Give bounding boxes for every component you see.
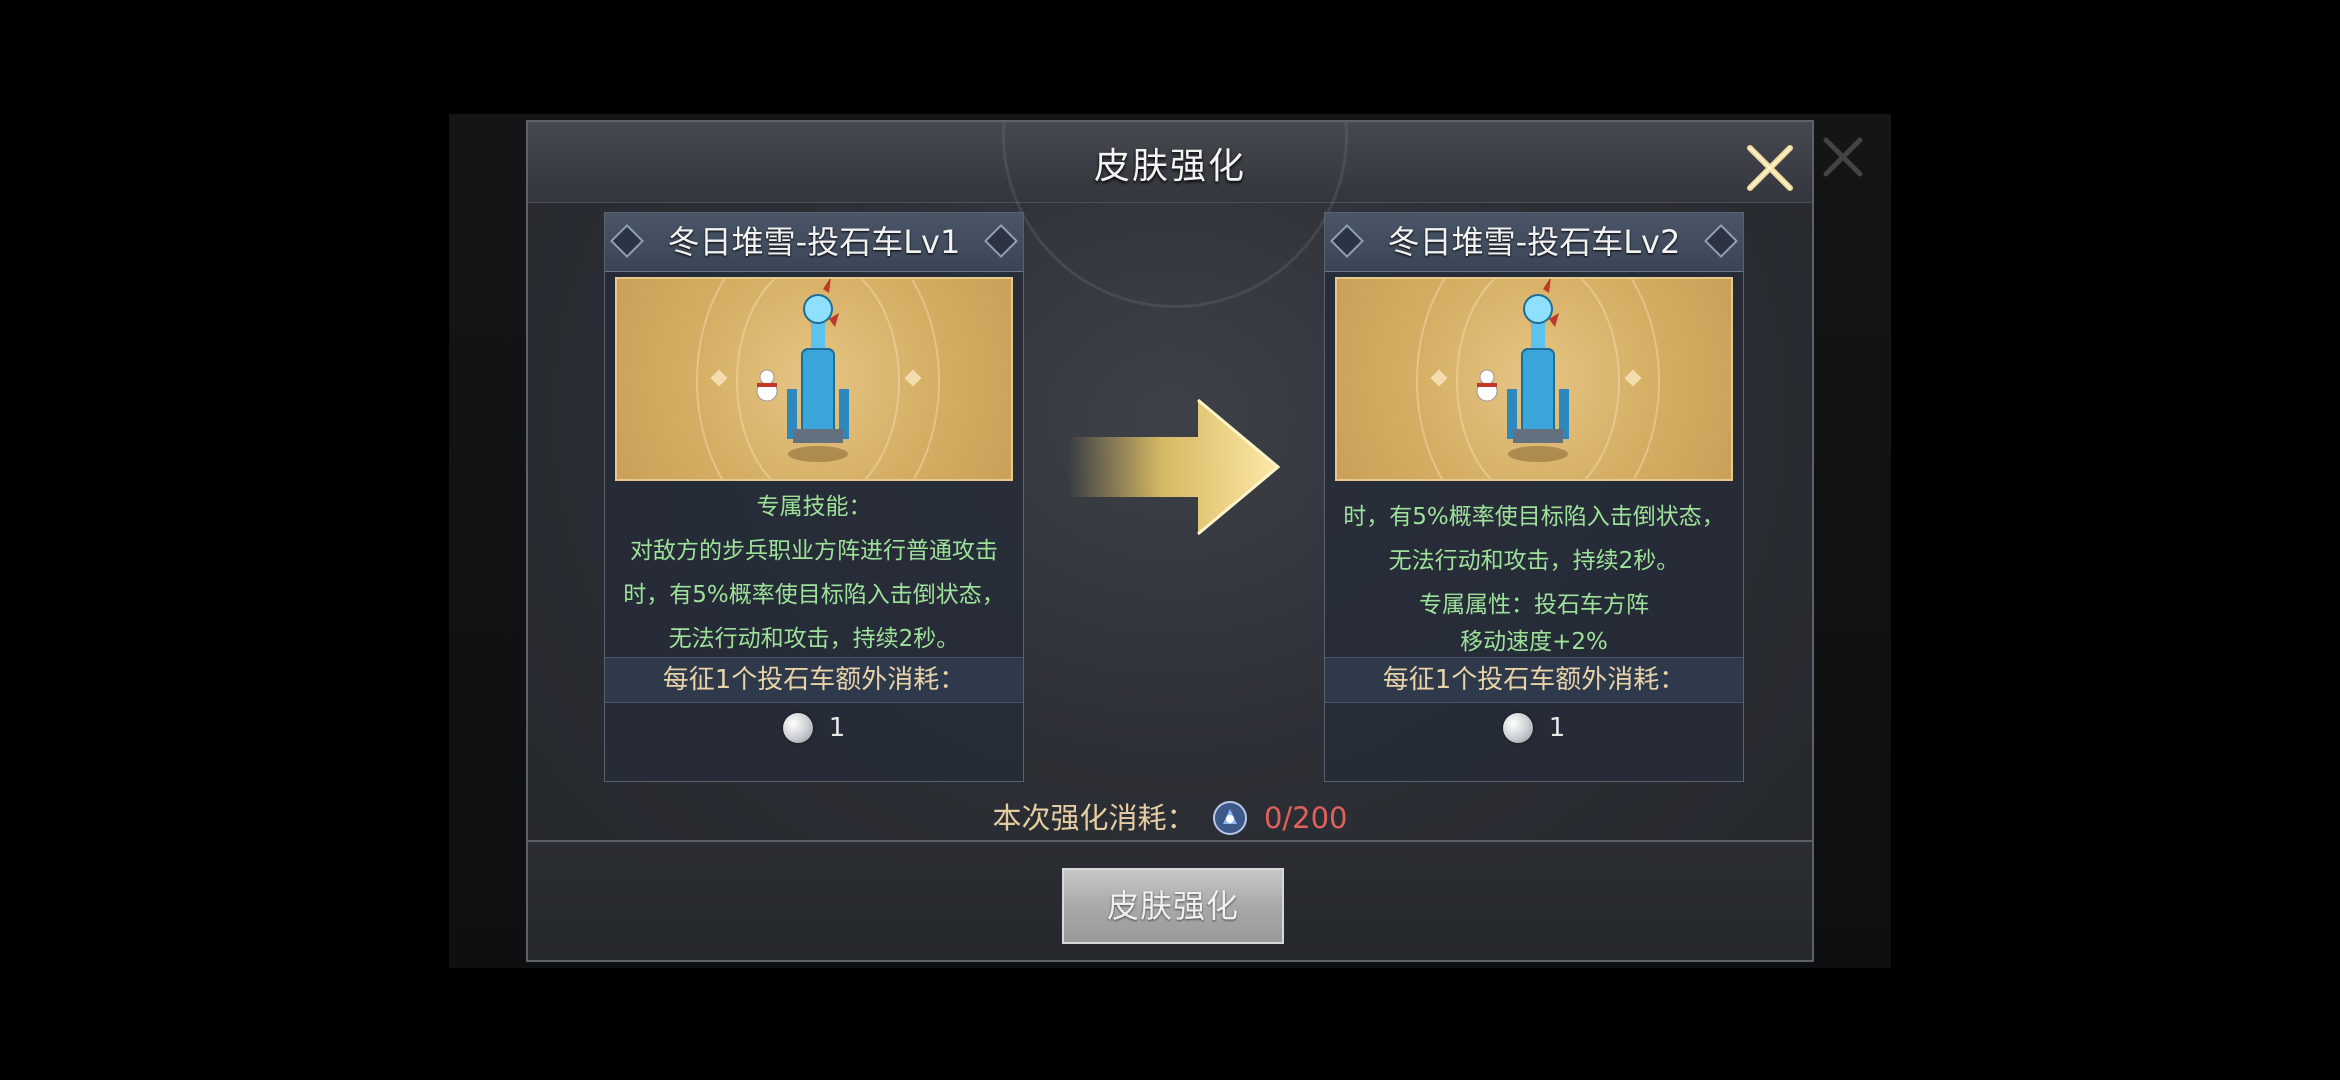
close-icon[interactable] [1742,140,1798,196]
skill-description-line: 无法行动和攻击，持续2秒。 [668,626,960,652]
dialog-title: 皮肤强化 [1093,146,1246,187]
panel-header: 冬日堆雪-投石车Lv1 [605,213,1023,272]
panel-header: 冬日堆雪-投石车Lv2 [1325,213,1743,272]
enhance-material-icon [1212,801,1247,835]
catapult-icon [1476,279,1569,462]
extra-cost-value: 1 [1548,713,1566,743]
skill-description-line: 时，有5%概率使目标陷入击倒状态， [1343,504,1725,530]
attribute-line: 移动速度+2% [1460,629,1608,655]
catapult-skin-image [1335,277,1733,481]
catapult-icon [756,279,849,462]
extra-cost-label: 每征1个投石车额外消耗： [605,657,1023,703]
extra-cost-row: 1 [605,713,1023,773]
skill-title: 专属技能： [756,494,872,520]
upgrade-arrow-icon [1068,398,1281,536]
skin-enhance-button[interactable]: 皮肤强化 [1062,868,1284,944]
silver-coin-icon [1502,713,1533,743]
skin-name: 冬日堆雪-投石车Lv2 [1387,223,1681,261]
skin-enhance-dialog: 皮肤强化 冬日堆雪-投石车Lv1 专属技能： 对敌方的步兵职业方阵进行普通攻击 … [526,120,1814,962]
consumption-label: 本次强化消耗： [992,801,1196,835]
enhance-consumption: 本次强化消耗： 0/200 [528,794,1812,838]
next-skin-panel: 冬日堆雪-投石车Lv2 时，有5%概率使目标陷入击倒状态， 无法行动和攻击，持续… [1324,212,1744,782]
extra-cost-row: 1 [1325,713,1743,773]
skill-description-line: 时，有5%概率使目标陷入击倒状态， [623,582,1005,608]
skill-description-line: 对敌方的步兵职业方阵进行普通攻击 [630,538,998,564]
attribute-line: 专属属性：投石车方阵 [1419,592,1649,618]
consumption-count: 0/200 [1263,801,1348,835]
silver-coin-icon [782,713,813,743]
catapult-skin-image [615,277,1013,481]
background-close-icon [1823,137,1863,177]
current-skin-panel: 冬日堆雪-投石车Lv1 专属技能： 对敌方的步兵职业方阵进行普通攻击 时，有5%… [604,212,1024,782]
skill-description-line: 无法行动和攻击，持续2秒。 [1388,548,1680,574]
skin-name: 冬日堆雪-投石车Lv1 [667,223,961,261]
extra-cost-value: 1 [828,713,846,743]
extra-cost-label: 每征1个投石车额外消耗： [1325,657,1743,703]
